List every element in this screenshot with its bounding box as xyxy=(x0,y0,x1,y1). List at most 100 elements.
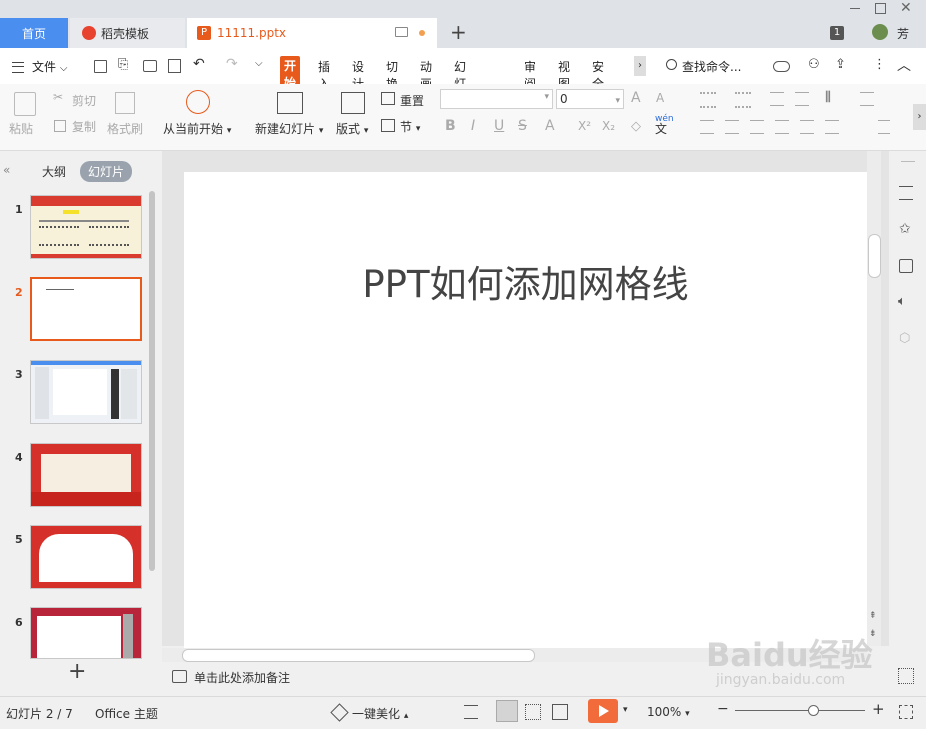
paste-button[interactable]: 粘贴 xyxy=(9,120,33,137)
maximize-button[interactable] xyxy=(875,3,886,14)
new-slide-icon[interactable] xyxy=(277,92,303,114)
minimize-button[interactable] xyxy=(850,8,860,9)
slides-tab[interactable]: 幻灯片 xyxy=(80,161,133,182)
undo-icon[interactable]: ↶ xyxy=(193,56,205,72)
vertical-scrollbar-thumb[interactable] xyxy=(868,234,881,278)
slide-thumbnail-5[interactable] xyxy=(30,525,142,589)
collapse-ribbon-icon[interactable]: ︿ xyxy=(897,55,911,75)
tab-document[interactable]: P 11111.pptx xyxy=(187,18,437,48)
print-preview-icon[interactable] xyxy=(168,59,181,73)
align-left-icon[interactable] xyxy=(700,120,714,134)
print-icon[interactable] xyxy=(143,60,157,72)
ribbon-scroll-right-button[interactable]: › xyxy=(913,104,926,130)
reset-icon[interactable] xyxy=(381,92,395,105)
layout-button[interactable]: 版式 ▾ xyxy=(336,120,368,137)
notes-pane[interactable]: 单击此处添加备注 xyxy=(162,664,889,694)
clear-format-icon[interactable]: ◇ xyxy=(631,119,641,134)
menu-scroll-right-button[interactable]: › xyxy=(634,56,646,76)
share-user-icon[interactable]: ⚇ xyxy=(808,57,820,72)
superscript-button[interactable]: X² xyxy=(578,119,591,133)
italic-button[interactable]: I xyxy=(471,118,475,134)
numbering-icon[interactable] xyxy=(735,92,751,108)
window-mode-icon[interactable] xyxy=(395,27,408,37)
zoom-slider-thumb[interactable] xyxy=(808,705,819,716)
3d-model-icon[interactable]: ⬡ xyxy=(899,331,910,346)
font-color-button[interactable]: A xyxy=(545,118,555,134)
cloud-icon[interactable] xyxy=(773,61,790,72)
zoom-level[interactable]: 100% ▾ xyxy=(647,705,690,719)
strikethrough-button[interactable]: S xyxy=(518,118,527,134)
distribute-icon[interactable] xyxy=(800,120,814,134)
normal-view-button[interactable] xyxy=(496,700,518,722)
subscript-button[interactable]: X₂ xyxy=(602,119,615,133)
save-icon[interactable] xyxy=(94,60,107,73)
cut-icon[interactable]: ✂ xyxy=(53,90,63,104)
slide-title[interactable]: PPT如何添加网格线 xyxy=(184,254,867,308)
shrink-font-icon[interactable]: A xyxy=(656,91,664,105)
copy-button[interactable]: 复制 xyxy=(72,118,96,135)
new-tab-button[interactable]: + xyxy=(450,22,467,42)
user-name[interactable]: 芳 xyxy=(897,25,909,42)
line-spacing-icon[interactable] xyxy=(860,92,874,106)
properties-icon[interactable] xyxy=(899,186,913,200)
export-pdf-icon[interactable]: ⎘ xyxy=(118,57,128,72)
fit-window-icon[interactable] xyxy=(899,705,913,719)
add-slide-button[interactable]: + xyxy=(68,661,86,683)
quick-access-dropdown-icon[interactable]: ⌵ xyxy=(255,58,263,69)
panel-scrollbar[interactable] xyxy=(149,191,155,571)
search-icon[interactable] xyxy=(666,59,677,70)
outline-tab[interactable]: 大纲 xyxy=(42,163,66,180)
prev-slide-icon[interactable]: ⇞ xyxy=(869,612,877,621)
next-slide-icon[interactable]: ⇟ xyxy=(869,630,877,639)
reading-view-icon[interactable] xyxy=(552,704,568,720)
zoom-in-button[interactable]: + xyxy=(872,700,885,718)
cut-button[interactable]: 剪切 xyxy=(72,92,96,109)
zoom-slider[interactable] xyxy=(735,710,865,711)
increase-indent-icon[interactable] xyxy=(795,92,809,106)
animation-icon[interactable]: ✩ xyxy=(899,221,911,237)
slide-thumbnail-3[interactable] xyxy=(30,360,142,424)
collapse-panel-icon[interactable]: « xyxy=(3,163,10,177)
redo-icon[interactable]: ↷ xyxy=(226,56,238,72)
text-direction-icon[interactable]: ⫼ xyxy=(825,90,831,105)
section-icon[interactable] xyxy=(381,119,395,132)
font-name-select[interactable]: ▾ xyxy=(440,89,553,109)
copy-icon[interactable] xyxy=(54,120,66,132)
phonetic-guide-button[interactable]: wén 文 xyxy=(655,114,674,136)
file-menu[interactable]: 文件 ⌵ xyxy=(32,58,67,75)
format-painter-icon[interactable] xyxy=(115,92,135,114)
paste-icon[interactable] xyxy=(14,92,36,116)
transition-icon[interactable] xyxy=(899,259,913,273)
avatar[interactable] xyxy=(872,24,888,40)
underline-button[interactable]: U xyxy=(494,118,504,134)
bold-button[interactable]: B xyxy=(445,118,456,134)
close-button[interactable]: ✕ xyxy=(900,0,912,16)
slide-thumbnail-6[interactable] xyxy=(30,607,142,659)
tab-templates[interactable]: 稻壳模板 xyxy=(70,18,185,48)
play-dropdown-icon[interactable]: ▾ xyxy=(623,705,628,715)
notes-placeholder[interactable]: 单击此处添加备注 xyxy=(194,669,290,686)
layout-icon[interactable] xyxy=(341,92,365,114)
play-from-current-icon[interactable] xyxy=(186,90,210,114)
hamburger-icon[interactable] xyxy=(12,62,24,73)
bullets-icon[interactable] xyxy=(700,92,716,108)
zoom-out-button[interactable]: − xyxy=(717,701,729,717)
new-slide-button[interactable]: 新建幻灯片 ▾ xyxy=(255,120,323,137)
slide-canvas[interactable]: PPT如何添加网格线 xyxy=(184,172,867,648)
grid-view-icon[interactable] xyxy=(898,668,914,684)
play-from-current-button[interactable]: 从当前开始 ▾ xyxy=(163,120,231,137)
slideshow-play-button[interactable] xyxy=(588,699,618,723)
theme-name[interactable]: Office 主题 xyxy=(95,705,158,722)
beautify-icon[interactable] xyxy=(330,703,349,722)
reset-button[interactable]: 重置 xyxy=(400,92,424,109)
grow-font-icon[interactable]: A xyxy=(631,90,641,106)
command-search[interactable]: 查找命令... xyxy=(682,58,741,75)
slide-thumbnail-1[interactable] xyxy=(30,195,142,259)
audio-icon[interactable]: 🔈︎ xyxy=(898,294,906,309)
beautify-button[interactable]: 一键美化 ▴ xyxy=(352,705,408,722)
horizontal-scrollbar-thumb[interactable] xyxy=(182,649,535,662)
decrease-indent-icon[interactable] xyxy=(770,92,784,106)
format-painter-button[interactable]: 格式刷 xyxy=(107,120,143,137)
window-count-badge[interactable]: 1 xyxy=(830,26,844,40)
align-right-icon[interactable] xyxy=(750,120,764,134)
